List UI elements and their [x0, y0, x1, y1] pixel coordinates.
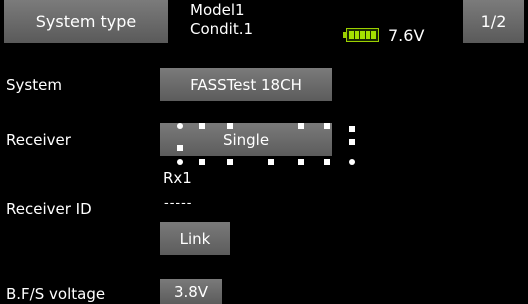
receiver-id-label: Receiver ID	[6, 200, 92, 218]
model-name: Model1	[190, 1, 245, 19]
receiver-id-value: -----	[164, 196, 193, 211]
condition-name: Condit.1	[190, 20, 254, 38]
bfs-voltage-button[interactable]: 3.8V	[160, 279, 222, 304]
page-indicator-button[interactable]: 1/2	[463, 0, 524, 43]
receiver-label: Receiver	[6, 131, 71, 149]
receiver-value: Single	[222, 130, 270, 149]
system-label: System	[6, 76, 62, 94]
battery-voltage: 7.6V	[388, 26, 425, 45]
system-type-title-label: System type	[35, 12, 137, 31]
link-label: Link	[179, 229, 211, 248]
system-select-button[interactable]: FASSTest 18CH	[160, 68, 332, 101]
bfs-voltage-label: B.F/S voltage	[6, 285, 106, 303]
system-type-title-button[interactable]: System type	[4, 0, 168, 43]
receiver-select-button[interactable]: Single	[160, 123, 332, 156]
model-info: Model1 Condit.1	[190, 1, 253, 39]
rx1-label: Rx1	[163, 169, 192, 187]
link-button[interactable]: Link	[160, 222, 230, 255]
system-value: FASSTest 18CH	[190, 75, 302, 94]
battery-icon	[343, 28, 381, 43]
bfs-voltage-value: 3.8V	[173, 282, 209, 301]
screen: System type Model1 Condit.1 7.6V 1/2 Sys…	[0, 0, 528, 304]
page-indicator-label: 1/2	[480, 12, 507, 31]
